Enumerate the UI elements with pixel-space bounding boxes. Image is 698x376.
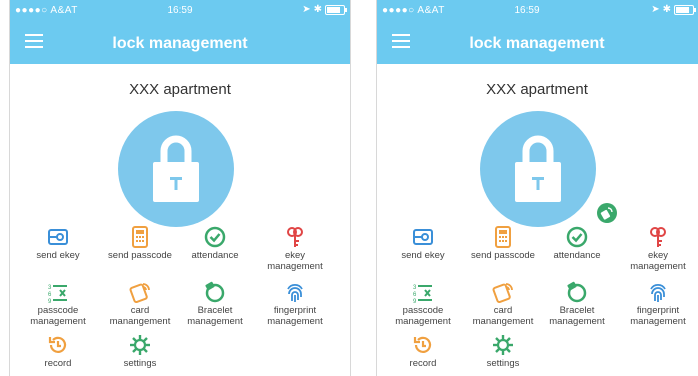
svg-text:9: 9 bbox=[48, 299, 52, 303]
bracelet-signal-icon bbox=[600, 207, 613, 220]
card-management-button[interactable]: card manangement bbox=[463, 281, 543, 327]
grid-item-label: record bbox=[44, 358, 72, 369]
location-icon: ➤ bbox=[302, 4, 311, 15]
unlock-button[interactable] bbox=[118, 111, 234, 227]
gear-icon bbox=[493, 335, 513, 355]
numbered-list-icon: 369 bbox=[413, 285, 432, 303]
apartment-name: XXX apartment bbox=[486, 81, 588, 98]
keypad-icon bbox=[495, 226, 511, 248]
gear-icon bbox=[130, 335, 150, 355]
grid-item-label: passcode management bbox=[395, 305, 451, 327]
grid-item-label: card manangement bbox=[109, 305, 171, 327]
send-ekey-button[interactable]: send ekey bbox=[383, 226, 463, 261]
key-card-icon bbox=[48, 229, 68, 245]
status-icons: ➤ ✱ bbox=[302, 4, 347, 15]
card-icon bbox=[129, 283, 150, 303]
fingerprint-management-button[interactable]: fingerprint management bbox=[258, 281, 332, 327]
record-button[interactable]: record bbox=[18, 334, 98, 369]
page-title: lock management bbox=[469, 35, 605, 52]
history-icon bbox=[413, 336, 432, 353]
padlock-icon bbox=[515, 135, 561, 202]
unlock-button[interactable] bbox=[480, 111, 596, 227]
svg-text:3: 3 bbox=[48, 285, 52, 291]
check-circle-icon bbox=[204, 226, 226, 248]
header-bar: ●●●●○ A&AT 16:59 ➤ ✱ lock management bbox=[377, 0, 698, 64]
grid-item-label: attendance bbox=[191, 250, 239, 261]
card-management-button[interactable]: card manangement bbox=[100, 281, 180, 327]
bluetooth-icon: ✱ bbox=[313, 4, 322, 15]
apartment-name: XXX apartment bbox=[129, 81, 231, 98]
ekey-management-button[interactable]: ekey management bbox=[258, 226, 332, 272]
bracelet-management-button[interactable]: Bracelet management bbox=[175, 281, 255, 327]
fingerprint-icon bbox=[287, 283, 303, 302]
grid-item-label: send ekey bbox=[401, 250, 445, 261]
header-bar: ●●●●○ A&AT 16:59 ➤ ✱ lock management bbox=[10, 0, 350, 64]
grid-item-label: ekey management bbox=[630, 250, 686, 272]
grid-item-label: send passcode bbox=[108, 250, 172, 261]
send-passcode-button[interactable]: send passcode bbox=[100, 226, 180, 261]
settings-button[interactable]: settings bbox=[463, 334, 543, 369]
history-icon bbox=[48, 336, 67, 353]
grid-item-label: Bracelet management bbox=[549, 305, 605, 327]
location-icon: ➤ bbox=[651, 4, 660, 15]
padlock-icon bbox=[153, 135, 199, 202]
grid-item-label: send passcode bbox=[471, 250, 535, 261]
passcode-management-button[interactable]: 369 passcode management bbox=[383, 281, 463, 327]
svg-text:6: 6 bbox=[413, 292, 417, 298]
clock: 16:59 bbox=[167, 5, 193, 16]
bracelet-management-button[interactable]: Bracelet management bbox=[537, 281, 617, 327]
grid-item-label: fingerprint management bbox=[267, 305, 323, 327]
passcode-management-button[interactable]: 369 passcode management bbox=[18, 281, 98, 327]
grid-item-label: send ekey bbox=[36, 250, 80, 261]
phone-screen-right: ●●●●○ A&AT 16:59 ➤ ✱ lock management XXX… bbox=[376, 0, 698, 376]
bracelet-connected-badge bbox=[597, 203, 617, 223]
keys-icon bbox=[650, 227, 666, 247]
attendance-button[interactable]: attendance bbox=[537, 226, 617, 261]
ekey-management-button[interactable]: ekey management bbox=[621, 226, 695, 272]
svg-text:6: 6 bbox=[48, 292, 52, 298]
check-circle-icon bbox=[566, 226, 588, 248]
grid-item-label: attendance bbox=[553, 250, 601, 261]
keys-icon bbox=[287, 227, 303, 247]
svg-text:9: 9 bbox=[413, 299, 417, 303]
svg-text:3: 3 bbox=[413, 285, 417, 291]
clock: 16:59 bbox=[514, 5, 540, 16]
fingerprint-icon bbox=[650, 283, 666, 302]
send-ekey-button[interactable]: send ekey bbox=[18, 226, 98, 261]
send-passcode-button[interactable]: send passcode bbox=[463, 226, 543, 261]
numbered-list-icon: 369 bbox=[48, 285, 67, 303]
bluetooth-icon: ✱ bbox=[662, 4, 671, 15]
grid-item-label: settings bbox=[486, 358, 520, 369]
bracelet-icon bbox=[205, 281, 225, 303]
status-bar: ●●●●○ A&AT 16:59 ➤ ✱ bbox=[10, 0, 350, 20]
grid-item-label: fingerprint management bbox=[630, 305, 686, 327]
grid-item-label: ekey management bbox=[267, 250, 323, 272]
attendance-button[interactable]: attendance bbox=[175, 226, 255, 261]
fingerprint-management-button[interactable]: fingerprint management bbox=[621, 281, 695, 327]
status-bar: ●●●●○ A&AT 16:59 ➤ ✱ bbox=[377, 0, 698, 20]
record-button[interactable]: record bbox=[383, 334, 463, 369]
grid-item-label: passcode management bbox=[30, 305, 86, 327]
grid-item-label: record bbox=[409, 358, 437, 369]
settings-button[interactable]: settings bbox=[100, 334, 180, 369]
card-icon bbox=[492, 283, 513, 303]
grid-item-label: settings bbox=[123, 358, 157, 369]
battery-icon bbox=[674, 4, 696, 15]
grid-item-label: card manangement bbox=[472, 305, 534, 327]
keypad-icon bbox=[132, 226, 148, 248]
bracelet-icon bbox=[567, 281, 587, 303]
status-icons: ➤ ✱ bbox=[651, 4, 696, 15]
grid-item-label: Bracelet management bbox=[187, 305, 243, 327]
key-card-icon bbox=[413, 229, 433, 245]
phone-screen-left: ●●●●○ A&AT 16:59 ➤ ✱ lock management XXX… bbox=[9, 0, 351, 376]
battery-icon bbox=[325, 4, 347, 15]
page-title: lock management bbox=[112, 35, 248, 52]
